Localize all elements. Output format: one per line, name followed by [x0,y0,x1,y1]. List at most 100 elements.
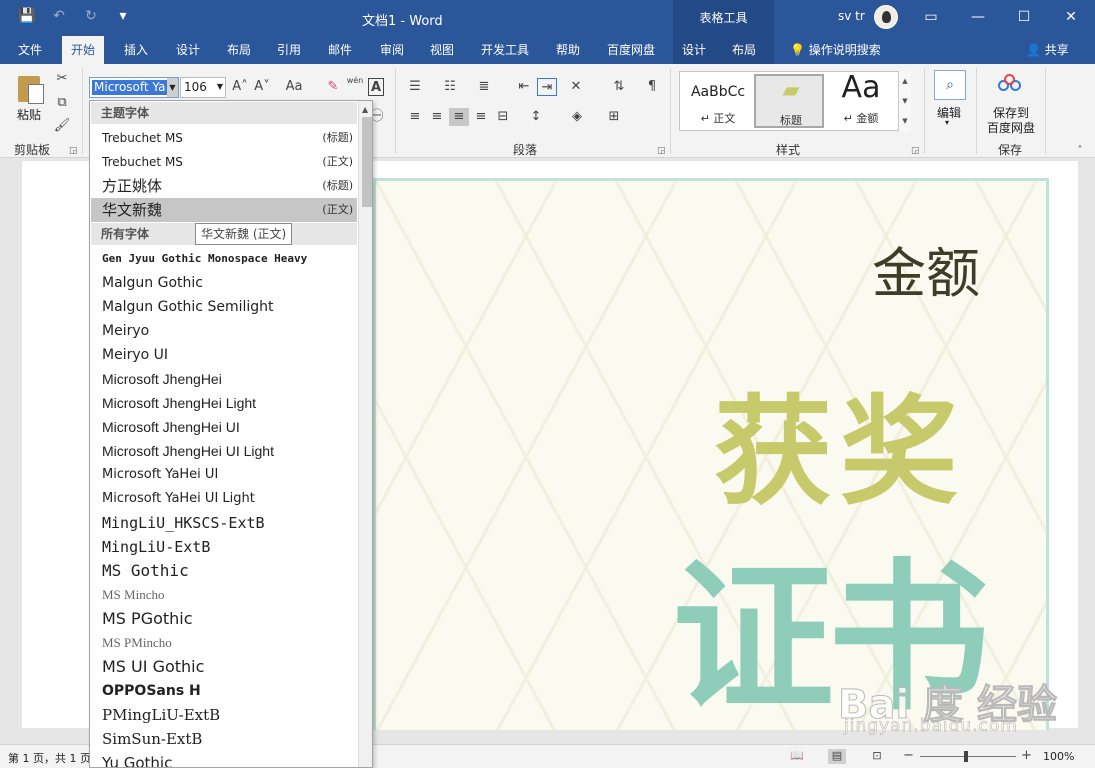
chevron-down-icon[interactable]: ▼ [167,78,178,97]
font-option[interactable]: Trebuchet MS (正文) [91,150,357,174]
dropdown-scrollbar[interactable]: ▲ [358,101,372,767]
style-amount[interactable]: Aa ↵ 金额 [826,70,896,128]
certificate-award[interactable]: 获奖 [714,356,966,527]
font-option[interactable]: Meiryo [91,319,357,343]
tab-table-layout[interactable]: 布局 [723,36,774,64]
align-center-icon[interactable]: ≡ [427,108,447,126]
find-icon[interactable]: ⌕ [934,70,966,100]
font-option[interactable]: MS Gothic [91,559,357,583]
style-normal[interactable]: AaBbCc ↵ 正文 [683,74,753,128]
web-layout-icon[interactable]: ⊡ [868,749,886,764]
font-option[interactable]: Microsoft JhengHei UI Light [91,439,357,463]
paste-button-label[interactable]: 粘贴 [17,106,41,123]
decrease-indent-icon[interactable]: ⇤ [514,78,534,96]
zoom-slider-track[interactable] [920,756,1016,757]
zoom-level[interactable]: 100% [1043,750,1074,763]
tab-view[interactable]: 视图 [421,36,463,64]
tab-file[interactable]: 文件 [9,36,51,64]
undo-icon[interactable]: ↶ [50,7,68,25]
scrollbar-thumb[interactable] [362,117,372,207]
font-option[interactable]: Microsoft JhengHei Light [91,391,357,415]
chevron-down-icon[interactable]: ▼ [217,82,223,91]
font-option[interactable]: Microsoft JhengHei [91,367,357,391]
format-painter-icon[interactable]: 🖌 [52,117,72,135]
copy-icon[interactable]: ⧉ [52,94,72,112]
font-option[interactable]: MS PMincho [91,631,357,655]
font-name-input[interactable]: Microsoft Ya [92,80,167,95]
align-right-icon[interactable]: ≡ [449,108,469,126]
vertical-scrollbar[interactable] [1078,159,1095,744]
collapse-ribbon-icon[interactable]: ˄ [1070,142,1090,160]
font-option[interactable]: MS PGothic [91,607,357,631]
tab-developer[interactable]: 开发工具 [472,36,538,64]
cut-icon[interactable]: ✂ [52,70,72,88]
minimize-button[interactable]: — [955,0,1001,36]
font-option[interactable]: Malgun Gothic [91,271,357,295]
font-option[interactable]: MingLiU_HKSCS-ExtB [91,511,357,535]
borders-icon[interactable]: ⊞ [604,108,624,126]
baidu-netdisk-icon[interactable] [998,74,1024,98]
read-mode-icon[interactable]: 📖 [788,749,806,764]
font-option[interactable]: MS UI Gothic [91,655,357,679]
increase-indent-icon[interactable]: ⇥ [537,78,557,96]
scroll-down-icon[interactable]: ▼ [899,91,911,111]
character-border-icon[interactable]: A [368,78,384,96]
tab-review[interactable]: 审阅 [371,36,413,64]
font-option[interactable]: Microsoft YaHei UI Light [91,487,357,511]
styles-launcher-icon[interactable]: ◲ [911,146,920,156]
multilevel-list-icon[interactable]: ≣ [474,78,494,96]
shrink-font-icon[interactable]: A˅ [252,78,272,96]
font-option[interactable]: Trebuchet MS (标题) [91,126,357,150]
font-option[interactable]: Gen Jyuu Gothic Monospace Heavy [91,247,357,271]
scroll-up-icon[interactable]: ▲ [899,71,911,91]
save-icon[interactable]: 💾 [18,7,36,25]
font-option[interactable]: Malgun Gothic Semilight [91,295,357,319]
zoom-in-button[interactable]: + [1021,748,1032,763]
distributed-icon[interactable]: ⊟ [493,108,513,126]
font-option[interactable]: MS Mincho [91,583,357,607]
font-name-combobox[interactable]: Microsoft Ya ▼ [89,77,179,98]
style-heading[interactable]: ▰ 标题 [754,74,824,128]
customize-qat-icon[interactable]: ▾ [114,7,132,25]
line-spacing-icon[interactable]: ↕ [526,108,546,126]
font-option[interactable]: Microsoft YaHei UI [91,463,357,487]
print-layout-icon[interactable]: ▤ [828,749,846,764]
maximize-button[interactable]: ☐ [1001,0,1047,36]
paste-icon[interactable] [16,72,46,104]
page-count[interactable]: 第 1 页，共 1 页 [8,750,91,766]
tab-mailings[interactable]: 邮件 [319,36,361,64]
chinese-layout-icon[interactable]: ✕ [566,78,586,96]
ribbon-display-options-icon[interactable]: ▭ [908,0,954,36]
font-option[interactable]: PMingLiU-ExtB [91,703,357,727]
font-option[interactable]: Microsoft JhengHei UI [91,415,357,439]
font-size-combobox[interactable]: 106 ▼ [180,77,226,98]
tell-me-search[interactable]: 💡 操作说明搜索 [790,36,881,64]
bullets-icon[interactable]: ☰ [405,78,425,96]
certificate[interactable]: 金额 获奖 证书 [373,178,1049,730]
grow-font-icon[interactable]: A˄ [230,78,250,96]
align-left-icon[interactable]: ≡ [405,108,425,126]
sort-icon[interactable]: ⇅ [609,78,629,96]
zoom-slider-handle[interactable] [964,751,968,762]
chevron-down-icon[interactable]: ▾ [945,118,949,127]
tab-references[interactable]: 引用 [268,36,310,64]
font-option[interactable]: MingLiU-ExtB [91,535,357,559]
tab-insert[interactable]: 插入 [115,36,157,64]
show-marks-icon[interactable]: ¶ [642,78,662,96]
tab-home[interactable]: 开始 [62,36,105,64]
scroll-up-icon[interactable]: ▲ [362,105,368,114]
certificate-amount[interactable]: 金额 [872,229,980,308]
font-option[interactable]: SimSun-ExtB [91,727,357,751]
clear-formatting-icon[interactable]: ✎ [323,78,343,96]
zoom-out-button[interactable]: − [903,748,914,763]
user-avatar[interactable] [874,5,898,29]
styles-gallery-scroll[interactable]: ▲ ▼ ▼ [898,71,911,131]
tab-layout[interactable]: 布局 [218,36,260,64]
clipboard-launcher-icon[interactable]: ◲ [69,146,78,156]
justify-icon[interactable]: ≡ [471,108,491,126]
save-to-baidu-label-2[interactable]: 百度网盘 [987,119,1035,136]
shading-icon[interactable]: ◈ [567,108,587,126]
more-styles-icon[interactable]: ▼ [899,111,911,131]
change-case-icon[interactable]: Aa [281,78,307,96]
close-button[interactable]: ✕ [1048,0,1094,36]
